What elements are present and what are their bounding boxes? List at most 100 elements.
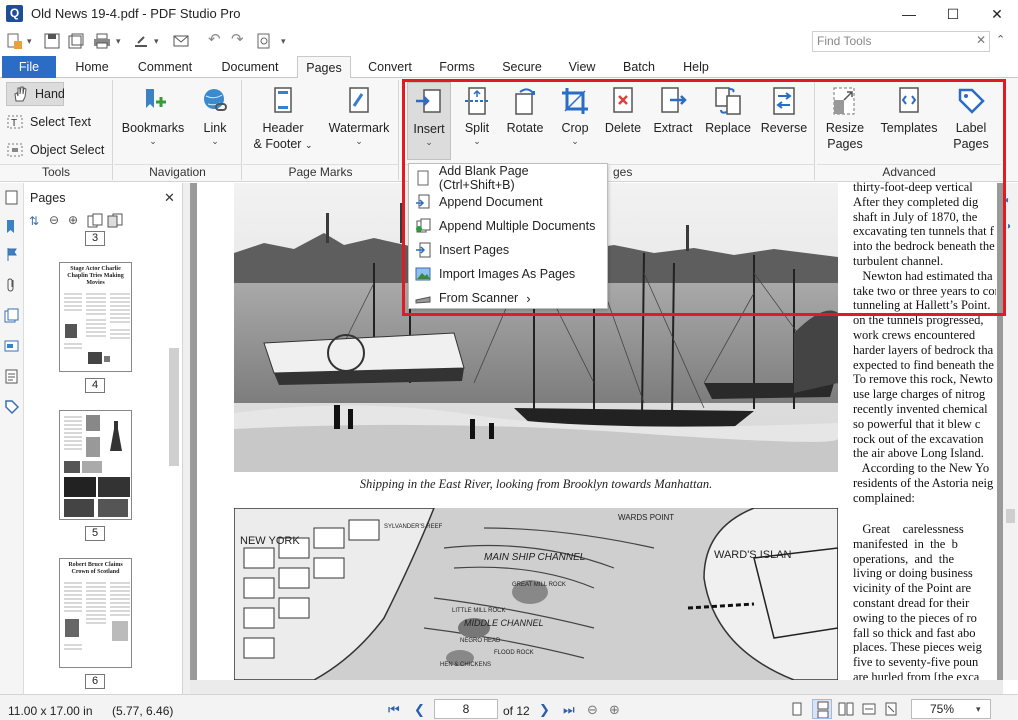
page-number-input[interactable]: 8 [434,699,498,719]
maximize-button[interactable]: ☐ [930,0,976,28]
page-thumbnail-6[interactable]: Robert Bruce Claims Crown of Scotland [59,558,132,668]
page-number-4[interactable]: 4 [85,378,105,393]
continuous-view-icon[interactable] [812,699,832,719]
stamp-dropdown-icon[interactable]: ▾ [154,32,159,50]
fields-panel-icon[interactable] [4,369,19,384]
select-text-button[interactable]: T Select Text [6,110,91,134]
menu-item-append-multiple-documents[interactable]: Append Multiple Documents [409,214,607,238]
tab-document[interactable]: Document [212,56,288,78]
zoom-out-icon[interactable]: ⊖ [587,702,598,718]
attachments-panel-icon[interactable] [4,277,19,292]
vertical-scrollbar-thumb[interactable] [1006,509,1015,523]
save-icon[interactable] [44,33,60,49]
thumb-zoom-in-icon[interactable]: ⊕ [68,213,78,227]
menu-item-insert-pages[interactable]: Insert Pages [409,238,607,262]
redo-icon[interactable]: ↷ [231,31,244,49]
templates-label: Templates [880,121,938,135]
page-number-3[interactable]: 3 [85,231,105,246]
object-select-button[interactable]: Object Select [6,138,104,162]
print-dropdown-icon[interactable]: ▾ [116,32,121,50]
fit-page-icon[interactable] [884,702,898,716]
stamp-icon[interactable] [132,33,150,49]
tab-convert[interactable]: Convert [360,56,420,78]
undo-icon[interactable]: ↶ [208,31,221,49]
horizontal-scrollbar[interactable] [190,680,1003,694]
comments-panel-icon[interactable] [4,339,19,354]
print-icon[interactable] [93,33,111,49]
tab-home[interactable]: Home [66,56,118,78]
close-button[interactable]: ✕ [974,0,1018,28]
save-all-icon[interactable] [68,33,84,49]
minimize-button[interactable]: — [886,0,932,28]
right-tool-icon-1[interactable]: ◐ [1005,195,1011,206]
find-tools-input[interactable]: Find Tools [812,31,990,52]
object-select-icon [6,141,24,159]
rotate-button[interactable]: Rotate [503,86,547,136]
extract-button[interactable]: Extract [649,86,697,136]
email-icon[interactable] [173,34,189,48]
watermark-button[interactable]: Watermark ⌄ [325,86,393,146]
last-page-icon[interactable]: ⏭ [563,702,575,718]
pages-panel-close-icon[interactable]: ✕ [164,190,175,206]
pages-panel-icon[interactable] [4,190,19,205]
crop-button[interactable]: Crop ⌄ [553,86,597,146]
right-tool-icon-2[interactable]: ◑ [1005,221,1011,232]
header-footer-button[interactable]: Header & Footer ⌄ [249,86,317,153]
resize-pages-button[interactable]: Resize Pages [821,86,869,152]
thumb-insert-icon[interactable] [87,213,103,228]
page-number-5[interactable]: 5 [85,526,105,541]
hand-tool-button[interactable]: Hand [6,82,65,106]
link-button[interactable]: Link ⌄ [194,86,236,146]
thumb-zoom-out-icon[interactable]: ⊖ [49,213,59,227]
reverse-button[interactable]: Reverse [759,86,809,136]
ribbon-collapse-icon[interactable]: ⌃ [996,33,1005,46]
tab-file[interactable]: File [2,56,56,78]
bookmarks-panel-icon[interactable] [4,219,19,234]
menu-item-import-images-as-pages[interactable]: Import Images As Pages [409,262,607,286]
replace-button[interactable]: Replace [703,86,753,136]
destinations-panel-icon[interactable] [4,247,19,262]
menu-item-add-blank-page[interactable]: Add Blank Page (Ctrl+Shift+B) [409,164,607,192]
insert-button[interactable]: Insert ⌄ [407,82,451,160]
menu-item-from-scanner[interactable]: From Scanner › [409,286,607,310]
templates-button[interactable]: Templates [877,86,941,136]
thumb-extract-icon[interactable] [107,213,123,228]
next-page-icon[interactable]: ❯ [539,702,550,718]
bookmarks-button[interactable]: Bookmarks ⌄ [120,86,186,146]
zoom-in-icon[interactable]: ⊕ [609,702,620,718]
tab-forms[interactable]: Forms [432,56,482,78]
article-col1-line: residents of the Astoria neig [853,475,994,490]
panel-splitter[interactable] [183,183,190,694]
single-page-view-icon[interactable] [790,702,804,716]
facing-view-icon[interactable] [838,702,854,716]
split-button[interactable]: Split ⌄ [455,86,499,146]
delete-button[interactable]: Delete [601,86,645,136]
tab-comment[interactable]: Comment [130,56,200,78]
tab-secure[interactable]: Secure [496,56,548,78]
layers-panel-icon[interactable] [4,308,19,323]
page-thumbnail-5[interactable] [59,410,132,520]
tab-batch[interactable]: Batch [616,56,662,78]
tab-view[interactable]: View [562,56,602,78]
tab-help[interactable]: Help [676,56,716,78]
pages-panel-scrollbar[interactable] [169,348,179,466]
thumb-6-content [64,582,130,650]
first-page-icon[interactable]: ⏮ [388,702,400,718]
page-thumbnail-4[interactable]: Stage Actor Charlie Chaplin Tries Making… [59,262,132,372]
label-pages-button[interactable]: Label Pages [947,86,995,152]
find-clear-icon[interactable]: ✕ [976,33,986,47]
zoom-page-icon[interactable] [256,33,272,49]
qat-customize-icon[interactable]: ▾ [281,32,286,50]
new-document-icon[interactable] [6,33,22,49]
prev-page-icon[interactable]: ❮ [414,702,425,718]
new-dropdown-icon[interactable]: ▾ [27,32,32,50]
page-number-6[interactable]: 6 [85,674,105,689]
tab-pages[interactable]: Pages [297,56,351,79]
zoom-dropdown-icon[interactable]: ▾ [976,704,981,715]
page-properties-icon[interactable]: ⇅ [29,214,39,228]
tags-panel-icon[interactable] [4,399,19,414]
article-col2-line: constant dread for their [853,595,970,610]
watermark-icon [344,86,374,116]
menu-item-append-document[interactable]: Append Document [409,190,607,214]
fit-width-icon[interactable] [862,702,876,716]
